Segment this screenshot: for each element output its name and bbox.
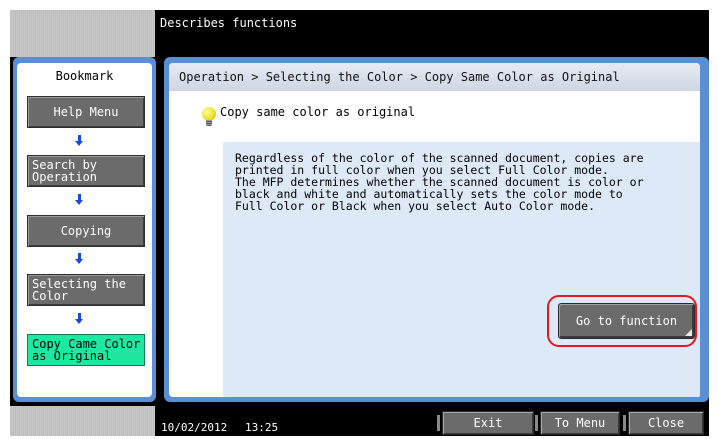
go-to-function-button[interactable]: Go to function [558,303,695,339]
lightbulb-icon [202,107,216,127]
bookmark-item-search-by-operation[interactable]: Search by Operation [27,155,145,187]
date-display: 10/02/2012 [161,421,228,434]
bookmark-item-help-menu[interactable]: Help Menu [27,96,145,128]
main-content: Operation > Selecting the Color > Copy S… [169,63,700,397]
main-panel: Operation > Selecting the Color > Copy S… [164,57,709,402]
exit-button[interactable]: Exit [437,411,534,435]
bookmark-item-label: Selecting the Color [32,277,126,303]
screen: Describes functions Bookmark Help Menu S… [10,10,709,436]
close-button[interactable]: Close [623,411,704,435]
section-heading: Copy same color as original [220,105,416,119]
left-top-panel [10,10,155,57]
breadcrumb: Operation > Selecting the Color > Copy S… [169,63,700,91]
bookmark-item-label: Copy Came Color as Original [32,337,141,363]
header-title: Describes functions [160,16,298,30]
description-box: Regardless of the color of the scanned d… [223,142,700,397]
bookmark-item-copy-same-color[interactable]: Copy Came Color as Original [27,334,145,366]
left-bottom-panel [10,406,155,436]
bookmark-item-label: Search by Operation [32,158,98,184]
bookmark-item-label: Copying [60,224,112,238]
bookmark-item-label: Help Menu [53,105,119,119]
bookmark-list: Bookmark Help Menu Search by Operation C… [17,63,152,397]
bookmark-panel: Bookmark Help Menu Search by Operation C… [13,57,156,402]
time-display: 13:25 [245,421,279,434]
bookmark-item-copying[interactable]: Copying [27,215,145,247]
bookmark-title: Bookmark [55,69,114,83]
description-text: Regardless of the color of the scanned d… [235,151,644,213]
to-menu-button[interactable]: To Menu [535,411,620,435]
bookmark-item-selecting-the-color[interactable]: Selecting the Color [27,274,145,306]
